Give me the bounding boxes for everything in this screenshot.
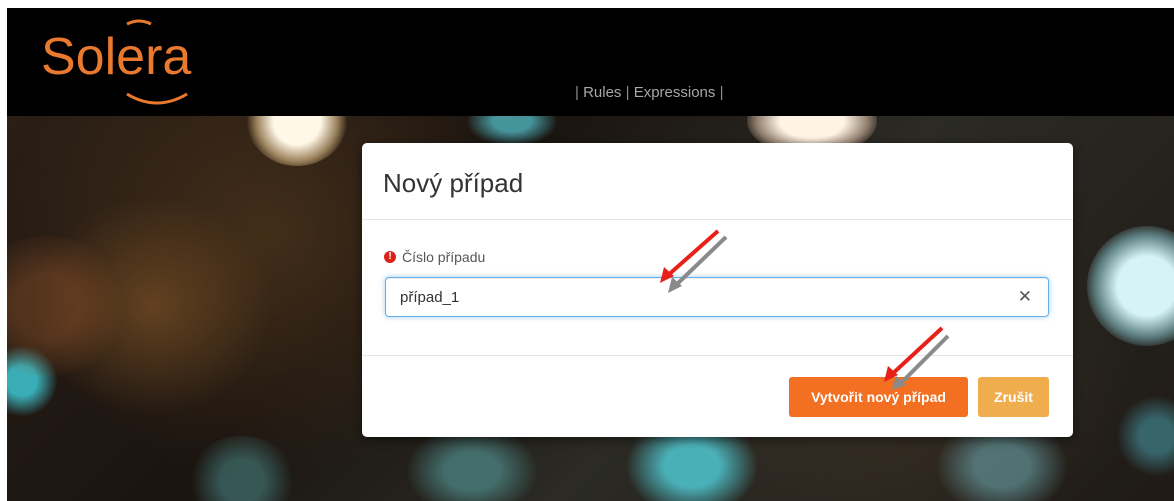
annotation-arrow-icon bbox=[884, 326, 950, 390]
cancel-button[interactable]: Zrušit bbox=[978, 377, 1049, 417]
footer-divider bbox=[362, 355, 1073, 356]
case-number-label-text: Číslo případu bbox=[402, 249, 486, 265]
nav-separator: | bbox=[719, 84, 724, 101]
solera-logo: Solera bbox=[41, 19, 191, 105]
required-icon: ! bbox=[384, 251, 396, 263]
logo-text: Solera bbox=[41, 28, 191, 86]
page: Solera | Rules | Expressions | Nový příp… bbox=[0, 0, 1174, 501]
clear-icon[interactable]: ✕ bbox=[1018, 287, 1032, 307]
top-header-bar: Solera | Rules | Expressions | bbox=[7, 8, 1174, 116]
nav-separator: | bbox=[575, 84, 579, 101]
dialog-title: Nový případ bbox=[383, 168, 524, 198]
top-nav: | Rules | Expressions | bbox=[575, 84, 723, 101]
nav-separator: | bbox=[625, 84, 630, 101]
case-number-label: ! Číslo případu bbox=[384, 249, 485, 265]
annotation-arrow-icon bbox=[660, 229, 728, 293]
header-divider bbox=[362, 219, 1073, 220]
nav-rules-link[interactable]: Rules bbox=[583, 84, 621, 101]
nav-expressions-link[interactable]: Expressions bbox=[634, 84, 716, 101]
